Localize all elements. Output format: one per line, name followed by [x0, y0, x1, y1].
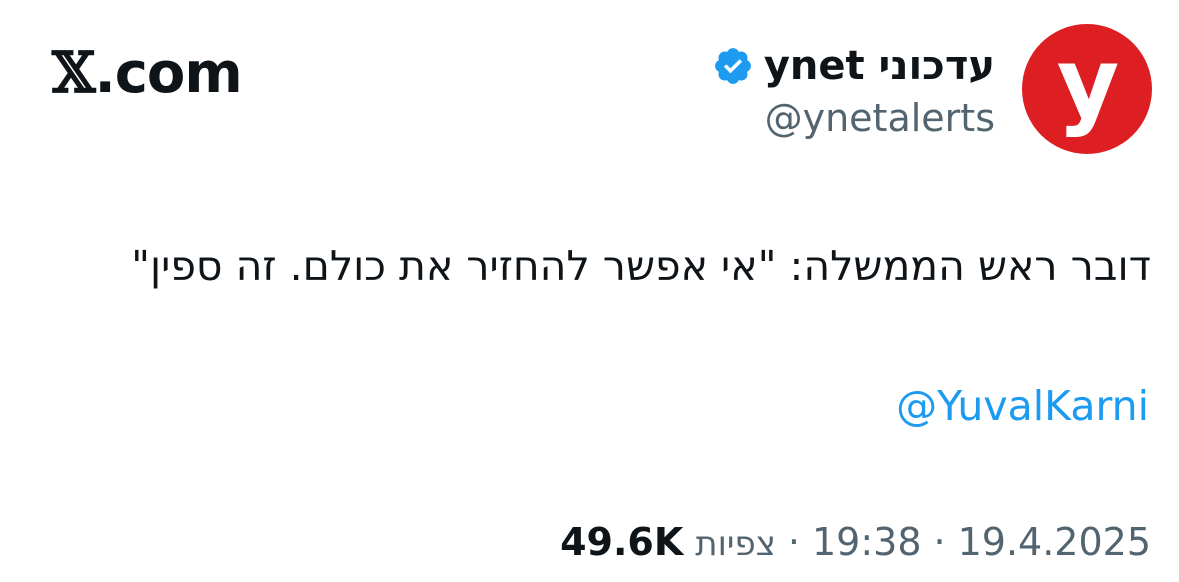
x-logo-icon: 𝕏: [52, 40, 95, 106]
separator-dot: ·: [933, 520, 946, 564]
author-display-name: עדכוני ynet: [763, 43, 995, 89]
x-com-logo-text: .com: [94, 41, 242, 106]
author-name-row[interactable]: עדכוני ynet: [712, 40, 995, 92]
ynet-logo-icon: y: [1057, 27, 1120, 139]
tweet-header: עדכוני ynet @ynetalerts: [712, 40, 995, 140]
avatar[interactable]: y: [1022, 24, 1152, 154]
separator-dot: ·: [787, 520, 800, 564]
author-handle[interactable]: @ynetalerts: [712, 96, 995, 140]
avatar-letter: y: [1057, 27, 1120, 139]
views-label: צפיות: [695, 524, 776, 564]
verified-badge-icon: [714, 48, 751, 84]
tweet-text: דובר ראש הממשלה: "אי אפשר להחזיר את כולם…: [131, 242, 1151, 290]
mention-link[interactable]: @YuvalKarni: [896, 378, 1149, 434]
views-count[interactable]: 49.6K: [560, 514, 683, 570]
x-com-logo[interactable]: 𝕏.com: [52, 40, 243, 107]
tweet-card: 𝕏.com עדכוני ynet @ynetalerts y דובר ראש…: [0, 0, 1179, 582]
tweet-time[interactable]: 19:38: [812, 514, 922, 570]
tweet-meta: 49.6K צפיות · 19:38 · 19.4.2025: [560, 514, 1151, 572]
tweet-date[interactable]: 19.4.2025: [958, 514, 1151, 570]
